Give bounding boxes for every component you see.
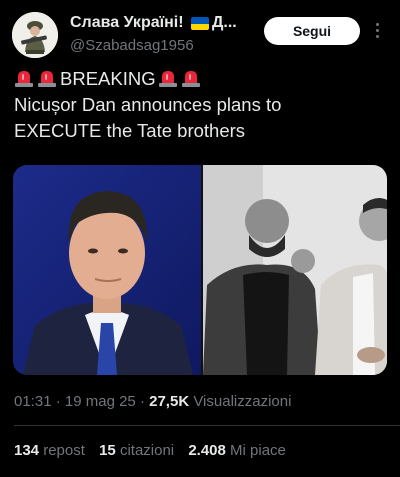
tweet-line-2: Nicușor Dan announces plans to xyxy=(14,94,282,115)
police-light-icon xyxy=(181,71,200,87)
ukraine-flag-icon xyxy=(191,17,209,30)
police-light-icon xyxy=(15,71,33,87)
police-light-icon xyxy=(38,71,56,87)
meta-separator: · xyxy=(135,393,150,410)
likes-stat[interactable]: 2.408 Mi piace xyxy=(188,442,286,459)
tweet-meta: 01:31 · 19 mag 25 · 27,5K Visualizzazion… xyxy=(14,393,291,410)
quotes-stat[interactable]: 15 citazioni xyxy=(99,442,174,459)
views-count: 27,5K xyxy=(149,393,190,410)
divider xyxy=(14,425,400,426)
author-handle[interactable]: @Szabadsag1956 xyxy=(70,37,194,54)
reposts-count: 134 xyxy=(14,442,40,459)
breaking-label: BREAKING xyxy=(60,68,156,89)
likes-label: Mi piace xyxy=(230,442,286,459)
quotes-count: 15 xyxy=(99,442,116,459)
author-name-ellipsis[interactable]: Д... xyxy=(212,14,237,32)
tweet-line-3: EXECUTE the Tate brothers xyxy=(14,120,246,141)
media-photo-left[interactable] xyxy=(13,165,201,375)
tweet-header: Слава Україні! Д... @Szabadsag1956 Segui xyxy=(0,0,400,66)
tweet-time[interactable]: 01:31 xyxy=(14,393,52,410)
tweet-line-breaking: BREAKING xyxy=(14,66,394,92)
likes-count: 2.408 xyxy=(188,442,226,459)
more-options-icon[interactable] xyxy=(372,20,382,42)
avatar[interactable] xyxy=(12,12,58,58)
follow-button[interactable]: Segui xyxy=(264,17,360,45)
reposts-stat[interactable]: 134 repost xyxy=(14,442,85,459)
tweet-media[interactable] xyxy=(13,165,387,375)
engagement-stats: 134 repost 15 citazioni 2.408 Mi piace xyxy=(14,442,296,459)
police-light-icon xyxy=(158,71,177,87)
media-photo-right[interactable] xyxy=(203,165,387,375)
reposts-label: repost xyxy=(43,442,85,459)
meta-separator: · xyxy=(51,393,65,410)
views-label: Visualizzazioni xyxy=(193,393,292,410)
quotes-label: citazioni xyxy=(119,442,175,459)
tweet-date[interactable]: 19 mag 25 xyxy=(65,393,136,410)
tweet-text: BREAKING Nicușor Dan announces plans to … xyxy=(14,66,394,144)
avatar-soldier-drawing xyxy=(12,12,58,58)
